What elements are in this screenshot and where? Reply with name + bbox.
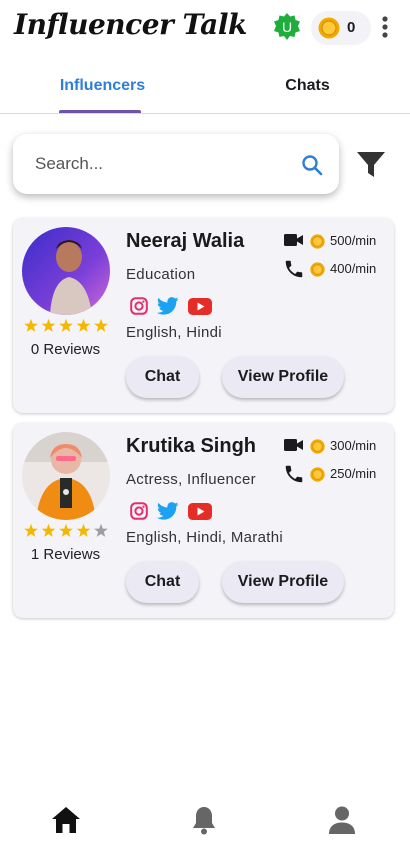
star-icon — [94, 318, 108, 332]
social-links — [126, 295, 236, 317]
rating-stars — [24, 523, 108, 537]
twitter-icon[interactable] — [157, 502, 179, 520]
search-input[interactable] — [35, 150, 285, 178]
more-vert-icon[interactable] — [378, 14, 392, 42]
phone-icon[interactable] — [283, 463, 305, 485]
filter-icon[interactable] — [356, 151, 386, 179]
video-call-rate: 300/min — [283, 435, 393, 457]
star-icon — [41, 523, 56, 537]
star-icon — [41, 318, 56, 332]
social-links — [126, 500, 236, 522]
user-initial: U — [281, 19, 293, 35]
instagram-icon[interactable] — [130, 297, 148, 315]
coin-icon — [310, 262, 325, 277]
twitter-icon[interactable] — [157, 297, 179, 315]
video-rate-value: 300/min — [330, 438, 377, 453]
reviews-count: 1 Reviews — [30, 546, 101, 563]
tab-indicator — [59, 110, 141, 113]
profile-photo-icon — [22, 227, 110, 315]
tab-chats[interactable]: Chats — [205, 58, 410, 114]
bottom-navigation — [0, 792, 410, 852]
instagram-icon[interactable] — [130, 502, 148, 520]
coin-icon — [310, 467, 325, 482]
voice-call-rate: 250/min — [283, 463, 393, 485]
coin-count: 0 — [347, 19, 356, 36]
star-icon — [24, 318, 38, 332]
star-icon — [59, 318, 73, 332]
videocam-icon[interactable] — [283, 435, 305, 455]
coin-icon — [310, 439, 325, 454]
chat-button[interactable]: Chat — [126, 561, 199, 603]
star-icon — [76, 523, 91, 537]
influencer-languages: English, Hindi, Marathi — [126, 529, 283, 546]
influencer-photo[interactable] — [22, 432, 110, 520]
search-box — [13, 134, 339, 194]
app-title: Influencer Talk — [14, 8, 247, 41]
view-profile-button[interactable]: View Profile — [222, 356, 344, 398]
bell-icon[interactable] — [188, 804, 220, 836]
app-bar: Influencer Talk U 0 — [0, 0, 410, 56]
influencer-card: 0 Reviews Neeraj Walia Education English… — [13, 218, 394, 413]
star-icon — [94, 523, 108, 537]
influencer-category: Education — [126, 266, 196, 283]
video-call-rate: 500/min — [283, 230, 393, 252]
video-rate-value: 500/min — [330, 233, 377, 248]
coin-icon — [318, 17, 340, 39]
voice-call-rate: 400/min — [283, 258, 393, 280]
view-profile-button[interactable]: View Profile — [222, 561, 344, 603]
influencer-languages: English, Hindi — [126, 324, 222, 341]
reviews-count: 0 Reviews — [30, 341, 101, 358]
influencer-card: 1 Reviews Krutika Singh Actress, Influen… — [13, 423, 394, 618]
rating-stars — [24, 318, 108, 332]
home-icon[interactable] — [50, 804, 82, 836]
chat-button[interactable]: Chat — [126, 356, 199, 398]
star-icon — [24, 523, 38, 537]
profile-photo-icon — [22, 432, 110, 520]
tab-influencers[interactable]: Influencers — [0, 58, 205, 114]
call-rate-value: 250/min — [330, 466, 377, 481]
influencer-category: Actress, Influencer — [126, 471, 256, 488]
coin-icon — [310, 234, 325, 249]
star-icon — [59, 523, 73, 537]
phone-icon[interactable] — [283, 258, 305, 280]
youtube-icon[interactable] — [188, 298, 212, 315]
star-icon — [76, 318, 91, 332]
influencer-photo[interactable] — [22, 227, 110, 315]
call-rate-value: 400/min — [330, 261, 377, 276]
search-icon[interactable] — [301, 154, 323, 176]
coin-balance[interactable]: 0 — [311, 11, 371, 45]
user-avatar-badge[interactable]: U — [273, 13, 301, 41]
influencer-name: Neeraj Walia — [126, 230, 245, 252]
influencer-name: Krutika Singh — [126, 435, 257, 457]
tab-bar: Influencers Chats — [0, 58, 410, 114]
videocam-icon[interactable] — [283, 230, 305, 250]
youtube-icon[interactable] — [188, 503, 212, 520]
person-icon[interactable] — [326, 804, 358, 836]
